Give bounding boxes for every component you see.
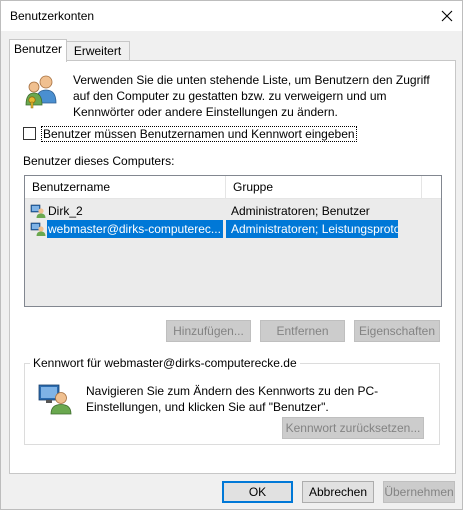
tab-panel-benutzer: Verwenden Sie die unten stehende Liste, … [9,60,456,474]
row-group: Administratoren; Leistungsprotok... [226,220,398,238]
require-login-checkbox[interactable] [23,127,36,140]
add-user-button[interactable]: Hinzufügen... [166,320,251,342]
apply-button[interactable]: Übernehmen [383,481,455,503]
remove-user-button[interactable]: Entfernen [260,320,345,342]
table-row-selected[interactable]: webmaster@dirks-computerec... Administra… [25,220,441,238]
properties-button[interactable]: Eigenschaften [354,320,440,342]
window-title: Benutzerkonten [10,9,95,23]
user-accounts-dialog: Benutzerkonten Benutzer Erweitert Verwen… [0,0,463,510]
user-icon [30,203,46,219]
listview-header: Benutzername Gruppe [25,176,441,199]
row-group: Administratoren; Benutzer [231,204,370,218]
title-bar: Benutzerkonten [1,1,462,31]
row-username: webmaster@dirks-computerec... [47,220,223,238]
tab-erweitert[interactable]: Erweitert [65,41,130,61]
row-username: Dirk_2 [48,204,83,218]
require-login-label[interactable]: Benutzer müssen Benutzernamen und Kennwo… [41,126,357,142]
users-listview[interactable]: Benutzername Gruppe Dirk_2 Administrator… [24,175,442,307]
user-icon [30,221,46,237]
ok-button[interactable]: OK [222,481,293,503]
reset-password-button[interactable]: Kennwort zurücksetzen... [282,417,424,439]
close-icon[interactable] [435,4,459,28]
password-group-title: Kennwort für webmaster@dirks-computereck… [30,356,300,370]
cancel-button[interactable]: Abbrechen [302,481,374,503]
column-header-group[interactable]: Gruppe [226,176,422,198]
user-monitor-icon [38,381,72,415]
table-row[interactable]: Dirk_2 Administratoren; Benutzer [25,202,441,220]
intro-text: Verwenden Sie die unten stehende Liste, … [73,73,430,119]
users-list-label: Benutzer dieses Computers: [23,154,175,168]
users-keys-icon [24,73,60,109]
column-header-username[interactable]: Benutzername [25,176,226,198]
tab-benutzer[interactable]: Benutzer [9,39,67,62]
password-help-text: Navigieren Sie zum Ändern des Kennworts … [86,384,379,414]
